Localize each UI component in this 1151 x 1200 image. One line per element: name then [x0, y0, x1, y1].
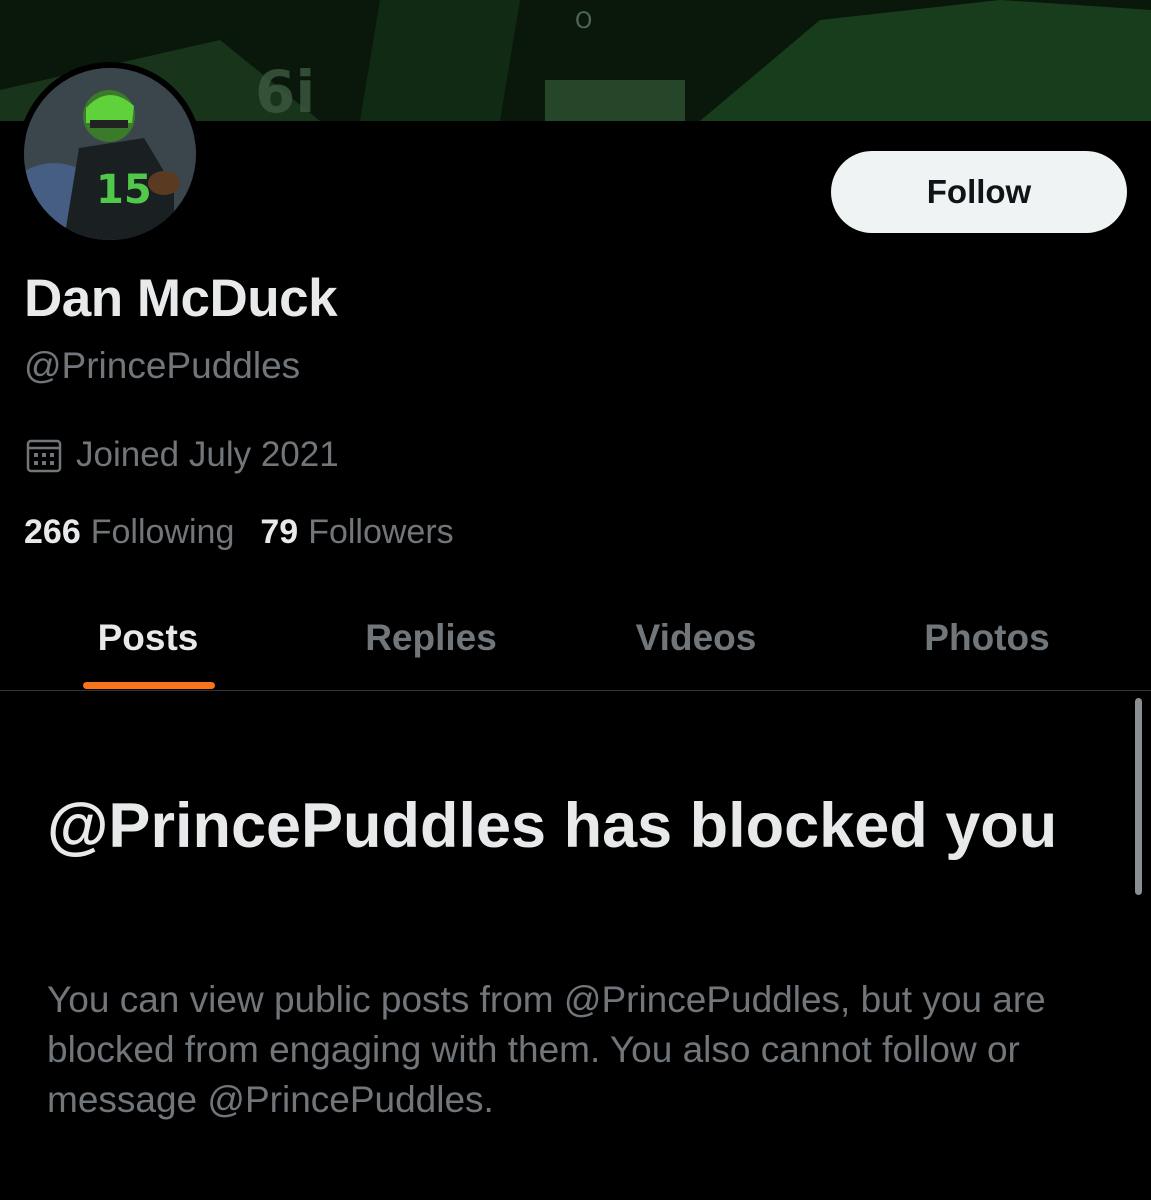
joined-label: Joined July 2021: [76, 435, 339, 474]
scrollbar[interactable]: [1135, 698, 1142, 895]
profile-tabs: Posts Replies Videos Photos: [0, 585, 1151, 690]
tab-posts[interactable]: Posts: [48, 585, 248, 690]
svg-text:15: 15: [96, 167, 152, 213]
blocked-message: You can view public posts from @PrincePu…: [47, 979, 1046, 1120]
active-tab-indicator: [83, 682, 215, 689]
followers-count: 79: [260, 513, 299, 551]
avatar-image: 15: [24, 68, 196, 240]
tab-replies[interactable]: Replies: [331, 585, 531, 690]
profile-page: 6i O 15 Follow Dan McDuck @PrincePuddles: [0, 0, 1151, 1200]
avatar[interactable]: 15: [18, 62, 202, 246]
following-label: Following: [90, 513, 235, 551]
followers-link[interactable]: 79 Followers: [260, 513, 453, 552]
svg-text:O: O: [575, 9, 592, 34]
calendar-icon: [26, 439, 62, 473]
svg-text:6i: 6i: [255, 58, 315, 121]
follow-button[interactable]: Follow: [831, 151, 1127, 233]
joined-date: Joined July 2021: [24, 435, 339, 475]
following-count: 266: [24, 513, 81, 551]
tab-videos[interactable]: Videos: [596, 585, 796, 690]
follow-stats: 266 Following 79 Followers: [24, 513, 480, 552]
tab-photos[interactable]: Photos: [887, 585, 1087, 690]
profile-handle: @PrincePuddles: [24, 345, 301, 386]
tabs-divider: [0, 690, 1151, 691]
following-link[interactable]: 266 Following: [24, 513, 234, 552]
blocked-title: @PrincePuddles has blocked you: [47, 791, 1058, 861]
followers-label: Followers: [308, 513, 454, 551]
display-name: Dan McDuck: [24, 269, 338, 328]
